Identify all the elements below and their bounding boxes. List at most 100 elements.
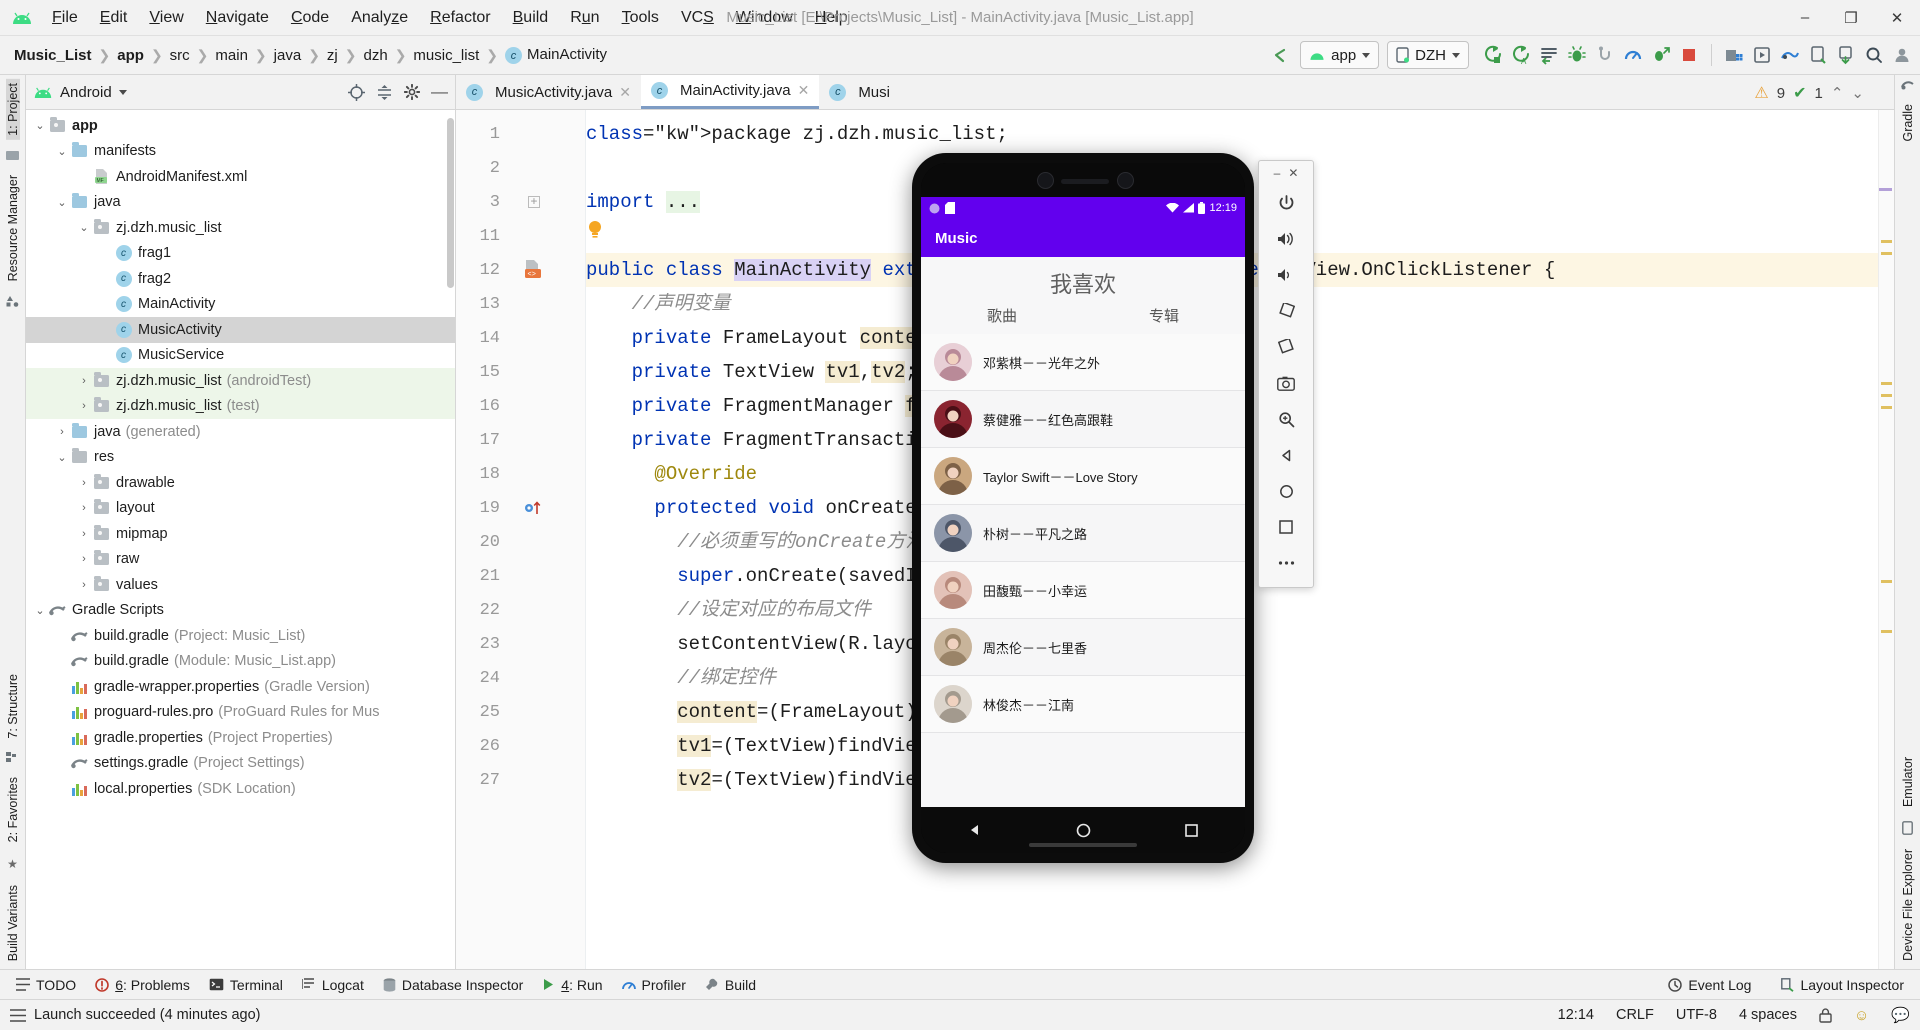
tab-albums[interactable]: 专辑 bbox=[1149, 305, 1179, 326]
rotate-right-icon[interactable] bbox=[1267, 329, 1305, 365]
line-number-gutter[interactable]: 123+1112<>131415161718192021222324252627 bbox=[456, 110, 586, 969]
tool-window-button-event-log[interactable]: Event Log bbox=[1660, 974, 1759, 996]
rail-item-gradle[interactable]: Gradle bbox=[1901, 100, 1915, 146]
tree-node-app[interactable]: ⌄app bbox=[26, 113, 455, 139]
rail-item-favorites[interactable]: 2: Favorites bbox=[6, 773, 20, 846]
gutter-line-12[interactable]: 12<> bbox=[456, 253, 585, 287]
gutter-line-22[interactable]: 22 bbox=[456, 593, 585, 627]
rail-item-resource-manager-2[interactable]: Resource Manager bbox=[6, 171, 20, 285]
tab-songs[interactable]: 歌曲 bbox=[987, 305, 1017, 326]
volume-down-icon[interactable] bbox=[1267, 257, 1305, 293]
gutter-line-13[interactable]: 13 bbox=[456, 287, 585, 321]
more-icon[interactable] bbox=[1267, 545, 1305, 581]
tree-node-build-gradle[interactable]: build.gradle(Project: Music_List) bbox=[26, 623, 455, 649]
avd-manager-button[interactable] bbox=[1748, 41, 1776, 69]
next-problem-icon[interactable]: ⌄ bbox=[1851, 84, 1864, 102]
close-icon[interactable]: ✕ bbox=[619, 84, 631, 101]
tree-node-res[interactable]: ⌄res bbox=[26, 445, 455, 471]
stop-button[interactable] bbox=[1675, 41, 1703, 69]
file-encoding[interactable]: UTF-8 bbox=[1676, 1007, 1717, 1023]
module-selector[interactable]: app bbox=[1300, 41, 1379, 69]
gutter-line-16[interactable]: 16 bbox=[456, 389, 585, 423]
notification-icon[interactable]: 💬 bbox=[1891, 1006, 1910, 1024]
menu-view[interactable]: View bbox=[138, 6, 194, 30]
close-icon[interactable]: ✕ bbox=[798, 82, 810, 99]
gutter-line-18[interactable]: 18 bbox=[456, 457, 585, 491]
gutter-line-24[interactable]: 24 bbox=[456, 661, 585, 695]
gutter-line-26[interactable]: 26 bbox=[456, 729, 585, 763]
gutter-line-3[interactable]: 3+ bbox=[456, 185, 585, 219]
zoom-icon[interactable] bbox=[1267, 401, 1305, 437]
tree-node-androidmanifest-xml[interactable]: MFAndroidManifest.xml bbox=[26, 164, 455, 190]
home-icon[interactable] bbox=[1267, 473, 1305, 509]
tree-twisty[interactable]: ⌄ bbox=[54, 145, 70, 158]
tool-window-button-profiler[interactable]: Profiler bbox=[614, 974, 694, 996]
list-item[interactable]: 田馥甄－－小幸运 bbox=[921, 562, 1245, 619]
gutter-line-21[interactable]: 21 bbox=[456, 559, 585, 593]
inspection-widget[interactable]: ⚠ 9 ✔ 1 ⌃ ⌄ bbox=[1754, 83, 1864, 103]
target-icon[interactable] bbox=[348, 84, 365, 101]
breadcrumb-item-java[interactable]: java bbox=[270, 45, 306, 66]
tree-node-mipmap[interactable]: ›mipmap bbox=[26, 521, 455, 547]
menu-edit[interactable]: Edit bbox=[89, 6, 139, 30]
tree-node-local-properties[interactable]: local.properties(SDK Location) bbox=[26, 776, 455, 802]
app-screen[interactable]: 我喜欢 歌曲 专辑 邓紫棋－－光年之外蔡健雅－－红色高跟鞋Taylor Swif… bbox=[921, 257, 1245, 807]
gutter-line-1[interactable]: 1 bbox=[456, 117, 585, 151]
back-icon[interactable] bbox=[1267, 437, 1305, 473]
breadcrumb-item-zj[interactable]: zj bbox=[323, 45, 342, 66]
code-line-1[interactable]: class="kw">package zj.dzh.music_list; bbox=[586, 117, 1878, 151]
tree-twisty[interactable]: › bbox=[76, 477, 92, 489]
tree-node-gradle-properties[interactable]: gradle.properties(Project Properties) bbox=[26, 725, 455, 751]
tree-node-zj-dzh-music-list[interactable]: ⌄zj.dzh.music_list bbox=[26, 215, 455, 241]
run-class-gutter-icon[interactable]: <> bbox=[523, 260, 545, 280]
menu-run[interactable]: Run bbox=[559, 6, 610, 30]
menu-file[interactable]: File bbox=[41, 6, 89, 30]
minimize-button[interactable]: – bbox=[1782, 1, 1828, 35]
breadcrumb-item-main[interactable]: main bbox=[211, 45, 252, 66]
recents-square-icon[interactable] bbox=[1185, 824, 1198, 837]
menu-navigate[interactable]: Navigate bbox=[195, 6, 280, 30]
tree-node-raw[interactable]: ›raw bbox=[26, 547, 455, 573]
tree-node-zj-dzh-music-list[interactable]: ›zj.dzh.music_list(test) bbox=[26, 394, 455, 420]
tool-window-button-database-inspector[interactable]: Database Inspector bbox=[375, 974, 531, 996]
tree-twisty[interactable]: ⌄ bbox=[54, 196, 70, 209]
tab-mainactivity[interactable]: c MainActivity.java ✕ bbox=[641, 75, 819, 109]
breadcrumb-item-project[interactable]: Music_List bbox=[10, 45, 96, 66]
list-item[interactable]: Taylor Swift－－Love Story bbox=[921, 448, 1245, 505]
tree-twisty[interactable]: ⌄ bbox=[54, 451, 70, 464]
profile-avatar-icon[interactable] bbox=[1888, 41, 1916, 69]
project-view-selector-label[interactable]: Android bbox=[60, 84, 112, 101]
breadcrumb-item-app[interactable]: app bbox=[113, 45, 148, 66]
menu-window[interactable]: Window bbox=[725, 6, 804, 30]
menu-help[interactable]: Help bbox=[804, 6, 859, 30]
tool-window-button-build[interactable]: Build bbox=[697, 974, 764, 996]
tree-node-java[interactable]: ›java(generated) bbox=[26, 419, 455, 445]
project-tree-scrollbar[interactable] bbox=[447, 118, 454, 288]
menu-build[interactable]: Build bbox=[502, 6, 560, 30]
tree-twisty[interactable]: › bbox=[76, 528, 92, 540]
menu-analyze[interactable]: Analyze bbox=[340, 6, 419, 30]
tool-window-button-todo[interactable]: TODO bbox=[8, 974, 84, 996]
gear-icon[interactable] bbox=[404, 84, 420, 100]
gutter-line-23[interactable]: 23 bbox=[456, 627, 585, 661]
tree-node-gradle-wrapper-properties[interactable]: gradle-wrapper.properties(Gradle Version… bbox=[26, 674, 455, 700]
power-icon[interactable] bbox=[1267, 185, 1305, 221]
restore-button[interactable]: ❐ bbox=[1828, 1, 1874, 35]
caret-position[interactable]: 12:14 bbox=[1558, 1007, 1594, 1023]
override-gutter-icon[interactable] bbox=[523, 499, 545, 517]
collapse-all-icon[interactable] bbox=[376, 84, 393, 101]
tool-window-button-logcat[interactable]: Logcat bbox=[294, 974, 372, 996]
tab-musicactivity[interactable]: c MusicActivity.java ✕ bbox=[456, 75, 641, 109]
prev-problem-icon[interactable]: ⌃ bbox=[1831, 84, 1844, 102]
tree-twisty[interactable]: › bbox=[76, 375, 92, 387]
tree-node-mainactivity[interactable]: cMainActivity bbox=[26, 292, 455, 318]
chevron-down-icon[interactable] bbox=[119, 90, 127, 95]
tree-node-settings-gradle[interactable]: settings.gradle(Project Settings) bbox=[26, 751, 455, 777]
fold-icon[interactable]: + bbox=[528, 196, 540, 208]
apply-changes-button[interactable] bbox=[1535, 41, 1563, 69]
menu-code[interactable]: Code bbox=[280, 6, 340, 30]
sdk-manager-button[interactable] bbox=[1720, 41, 1748, 69]
rail-item-project[interactable]: 1: Project bbox=[6, 79, 20, 140]
run-button[interactable] bbox=[1479, 41, 1507, 69]
sync-gradle-button[interactable] bbox=[1776, 41, 1804, 69]
